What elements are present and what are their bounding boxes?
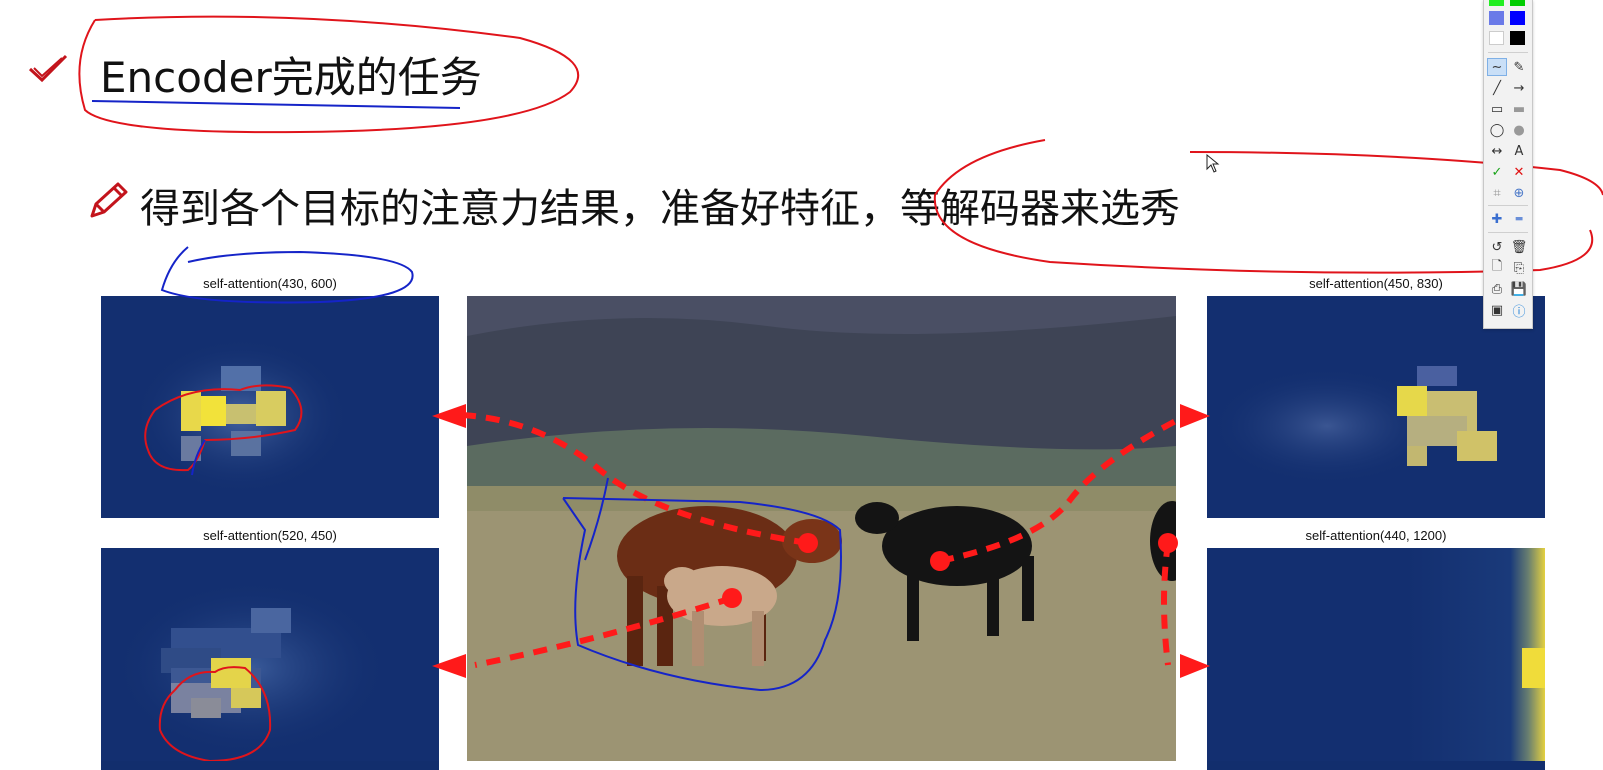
info-icon[interactable]: ⓘ [1509, 301, 1529, 320]
copy-icon[interactable]: ⎘ [1509, 259, 1529, 277]
drawing-toolbar: ∼ ✎ ╱ → ▭ ▬ ◯ ● ↔ A ✓ ✕ ⌗ ⊕ ✚ ▬ ↺ 🗑 🗋 ⎘ … [1483, 0, 1533, 329]
attention-heatmap-bottom-left [101, 548, 439, 770]
mouse-cursor-icon [1206, 153, 1220, 178]
line-tool-icon[interactable]: ╱ [1487, 79, 1507, 97]
plus-icon[interactable]: ✚ [1487, 210, 1507, 228]
pencil-icon [86, 180, 130, 222]
screen-capture-icon[interactable]: ▣ [1487, 301, 1507, 319]
attention-heatmap-top-right [1207, 296, 1545, 518]
color-swatch-blue[interactable] [1510, 11, 1525, 25]
minus-icon[interactable]: ▬ [1509, 210, 1529, 228]
color-swatch-green[interactable] [1489, 0, 1504, 6]
cows-field-photo [467, 296, 1176, 761]
rectangle-tool-icon[interactable]: ▭ [1487, 100, 1507, 118]
color-swatch-gradient[interactable] [1489, 11, 1504, 25]
panel-title-top-left: self-attention(430, 600) [203, 276, 337, 291]
highlighter-tool-icon[interactable]: ✎ [1509, 58, 1529, 76]
color-swatch-black[interactable] [1510, 31, 1525, 45]
new-page-icon[interactable]: 🗋 [1487, 259, 1507, 277]
arrow-tool-icon[interactable]: → [1509, 79, 1529, 97]
slide-bullet-text: 得到各个目标的注意力结果，准备好特征，等解码器来选秀 [140, 186, 1180, 232]
panel-title-bottom-left: self-attention(520, 450) [203, 528, 337, 543]
slide-heading: Encoder完成的任务 [100, 53, 482, 102]
color-swatch-bright-green[interactable] [1510, 0, 1525, 6]
undo-icon[interactable]: ↺ [1487, 238, 1507, 256]
heading-check-icon [26, 52, 70, 86]
print-icon[interactable]: ⎙ [1487, 280, 1507, 298]
zoom-tool-icon[interactable]: ⊕ [1509, 184, 1529, 202]
panel-title-bottom-right: self-attention(440, 1200) [1305, 528, 1447, 543]
ellipse-tool-icon[interactable]: ◯ [1487, 121, 1507, 139]
text-tool-icon[interactable]: A [1509, 142, 1529, 160]
freehand-tool-icon[interactable]: ∼ [1487, 58, 1507, 76]
attention-heatmap-bottom-right [1207, 548, 1545, 770]
save-icon[interactable]: 💾 [1509, 280, 1529, 298]
check-tool-icon[interactable]: ✓ [1487, 163, 1507, 181]
delete-icon[interactable]: 🗑 [1509, 238, 1529, 256]
double-arrow-tool-icon[interactable]: ↔ [1487, 142, 1507, 160]
filled-rectangle-tool-icon[interactable]: ▬ [1509, 100, 1529, 118]
filled-ellipse-tool-icon[interactable]: ● [1509, 121, 1529, 139]
cross-tool-icon[interactable]: ✕ [1509, 163, 1529, 181]
attention-heatmap-top-left [101, 296, 439, 518]
crop-tool-icon[interactable]: ⌗ [1487, 184, 1507, 202]
color-swatch-white[interactable] [1489, 31, 1504, 45]
